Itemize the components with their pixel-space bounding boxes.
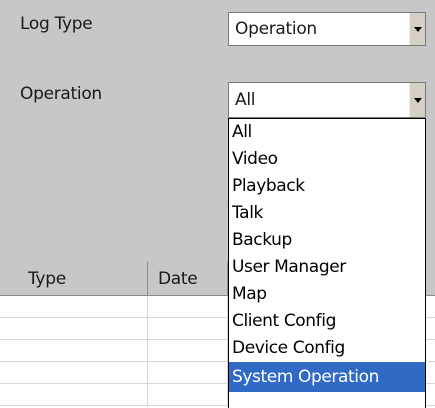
column-header-date[interactable]: Date — [148, 262, 228, 296]
operation-dropdown-list: All Video Playback Talk Backup User Mana… — [228, 118, 426, 408]
table-cell — [0, 384, 148, 405]
dropdown-option-backup[interactable]: Backup — [229, 227, 425, 254]
table-cell — [0, 362, 148, 383]
table-cell — [148, 340, 228, 361]
log-search-window: Log Type Operation Operation All Type Da… — [0, 0, 435, 408]
table-cell — [0, 340, 148, 361]
log-type-value: Operation — [235, 19, 317, 39]
dropdown-option-system-operation[interactable]: System Operation — [229, 362, 425, 392]
operation-select[interactable]: All — [228, 82, 426, 118]
table-cell — [0, 318, 148, 339]
log-type-dropdown-button[interactable] — [409, 13, 425, 45]
dropdown-arrow-icon — [413, 97, 422, 103]
operation-dropdown-button[interactable] — [409, 83, 425, 117]
dropdown-option-client-config[interactable]: Client Config — [229, 308, 425, 335]
column-header-type[interactable]: Type — [0, 262, 148, 296]
dropdown-option-user-manager[interactable]: User Manager — [229, 254, 425, 281]
dropdown-option-video[interactable]: Video — [229, 146, 425, 173]
log-type-label: Log Type — [20, 14, 93, 34]
table-cell — [148, 384, 228, 405]
dropdown-option-device-config[interactable]: Device Config — [229, 335, 425, 362]
dropdown-option-all[interactable]: All — [229, 119, 425, 146]
operation-label: Operation — [20, 84, 102, 104]
log-type-select[interactable]: Operation — [228, 12, 426, 46]
table-cell — [148, 318, 228, 339]
dropdown-option-talk[interactable]: Talk — [229, 200, 425, 227]
table-cell — [148, 362, 228, 383]
operation-value: All — [235, 90, 256, 110]
table-cell — [148, 296, 228, 317]
dropdown-option-playback[interactable]: Playback — [229, 173, 425, 200]
dropdown-arrow-icon — [413, 26, 422, 32]
table-cell — [0, 296, 148, 317]
dropdown-option-map[interactable]: Map — [229, 281, 425, 308]
